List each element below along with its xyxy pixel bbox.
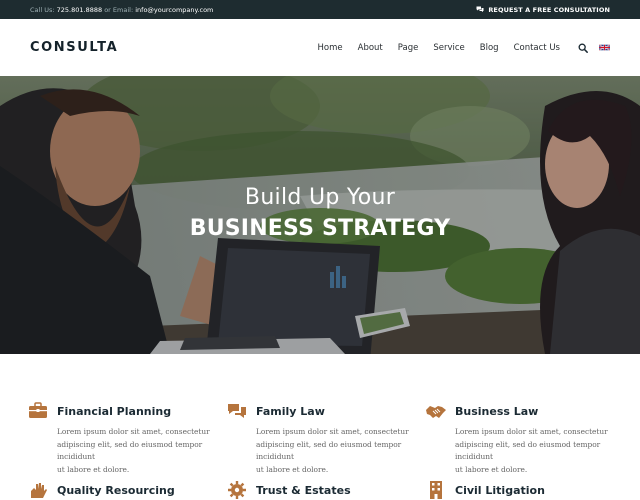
service-title: Family Law [256,404,325,418]
call-label: Call Us: [30,5,55,14]
service-description: Lorem ipsum dolor sit amet, consectetur … [57,427,210,474]
email-link[interactable]: info@yourcompany.com [135,6,213,14]
request-consultation-link[interactable]: REQUEST A FREE CONSULTATION [476,6,610,14]
service-business-law[interactable]: Business Law Lorem ipsum dolor sit amet,… [426,402,616,476]
chat-bubbles-icon [228,404,246,418]
top-bar: Call Us: 725.801.8888 or Email: info@you… [0,0,640,19]
service-financial-planning[interactable]: Financial Planning Lorem ipsum dolor sit… [28,402,218,476]
logo[interactable]: CONSULTA [30,40,118,55]
uk-flag-icon[interactable] [599,44,610,51]
service-family-law[interactable]: Family Law Lorem ipsum dolor sit amet, c… [227,402,417,476]
nav-service[interactable]: Service [433,43,464,53]
hero-photo [0,76,640,354]
search-icon[interactable] [578,43,588,53]
briefcase-icon [29,402,47,418]
service-description: Lorem ipsum dolor sit amet, consectetur … [256,427,409,474]
gear-icon [228,481,246,499]
phone-number[interactable]: 725.801.8888 [57,6,103,14]
service-title: Civil Litigation [455,483,545,497]
service-title: Quality Resourcing [57,483,175,497]
nav-home[interactable]: Home [318,43,343,53]
header: CONSULTA Home About Page Service Blog Co… [0,19,640,76]
nav-about[interactable]: About [358,43,383,53]
service-description: Lorem ipsum dolor sit amet, consectetur … [455,427,608,474]
hero-title-line2: BUSINESS STRATEGY [189,216,451,241]
chat-bubbles-icon [476,6,484,12]
service-title: Business Law [455,404,539,418]
building-icon [430,481,442,499]
contact-info: Call Us: 725.801.8888 or Email: info@you… [30,6,213,14]
main-nav: Home About Page Service Blog Contact Us [303,43,610,53]
nav-blog[interactable]: Blog [480,43,499,53]
email-label: or Email: [104,5,134,14]
service-quality-resourcing[interactable]: Quality Resourcing [28,481,218,499]
nav-contact-us[interactable]: Contact Us [514,43,560,53]
hero-title-line1: Build Up Your [244,185,396,210]
service-title: Trust & Estates [256,483,351,497]
cta-label: REQUEST A FREE CONSULTATION [488,5,610,14]
nav-page[interactable]: Page [398,43,419,53]
handshake-icon [426,406,446,418]
service-civil-litigation[interactable]: Civil Litigation [426,481,616,499]
service-trust-estates[interactable]: Trust & Estates [227,481,417,499]
hand-icon [31,483,47,498]
hero-banner: Build Up Your BUSINESS STRATEGY [0,76,640,354]
service-title: Financial Planning [57,404,172,418]
